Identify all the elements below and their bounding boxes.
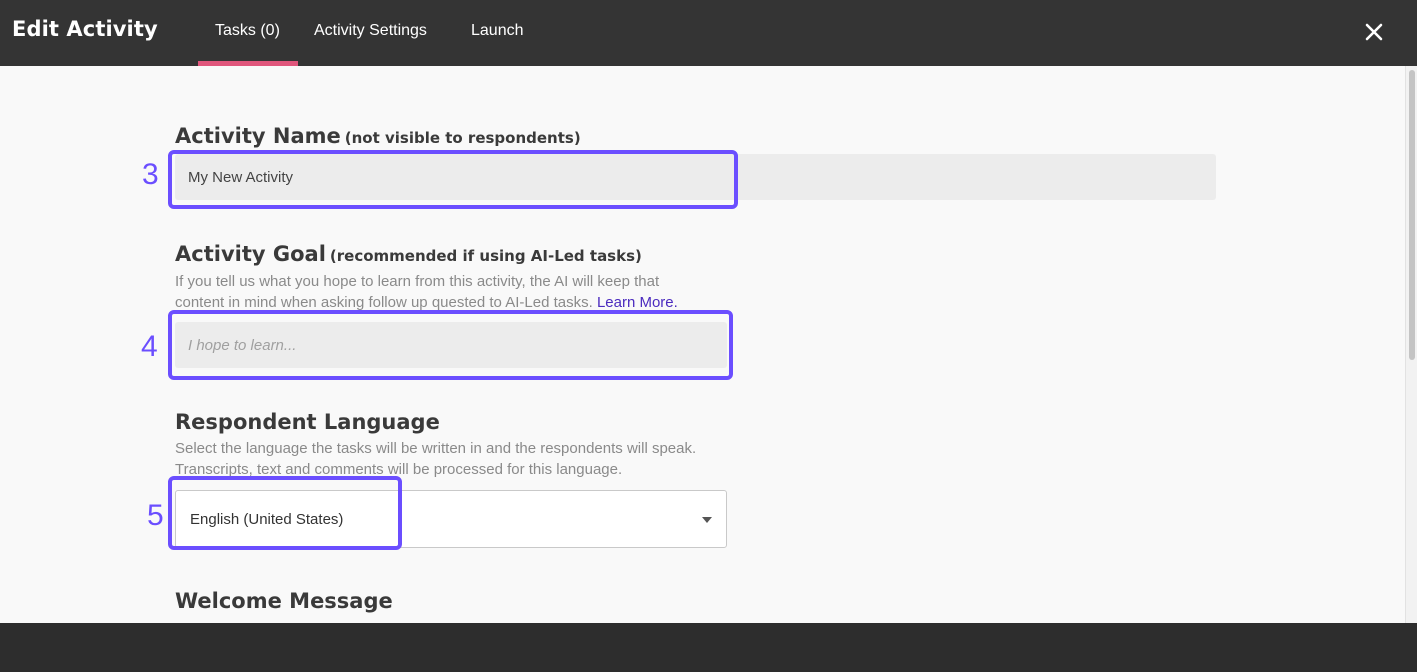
chevron-down-icon	[702, 517, 712, 523]
activity-goal-input[interactable]: I hope to learn...	[175, 322, 727, 368]
scrollbar-thumb[interactable]	[1409, 70, 1415, 360]
activity-name-heading: Activity Name (not visible to respondents…	[175, 124, 581, 148]
top-bar: Edit Activity Tasks (0) Activity Setting…	[0, 0, 1417, 66]
tab-launch[interactable]: Launch	[471, 22, 524, 40]
activity-goal-placeholder: I hope to learn...	[188, 336, 297, 354]
annotation-number-3: 3	[142, 158, 159, 191]
settings-panel: Activity Name (not visible to respondents…	[0, 66, 1405, 623]
annotation-number-4: 4	[141, 330, 158, 363]
page-title: Edit Activity	[12, 17, 158, 41]
scrollbar[interactable]	[1405, 66, 1417, 623]
respondent-language-heading: Respondent Language	[175, 410, 440, 434]
close-icon	[1365, 23, 1383, 41]
activity-goal-help: If you tell us what you hope to learn fr…	[175, 273, 678, 311]
respondent-language-select[interactable]: English (United States)	[175, 490, 727, 548]
welcome-message-heading: Welcome Message	[175, 589, 393, 613]
annotation-number-5: 5	[147, 499, 164, 532]
tab-tasks[interactable]: Tasks (0)	[215, 22, 280, 40]
activity-goal-heading: Activity Goal (recommended if using AI-Le…	[175, 242, 642, 266]
activity-name-value: My New Activity	[188, 168, 294, 186]
tab-activity-settings[interactable]: Activity Settings	[314, 22, 427, 40]
bottom-bar	[0, 623, 1417, 672]
activity-name-input[interactable]: My New Activity	[175, 154, 1216, 200]
respondent-language-value: English (United States)	[190, 510, 344, 528]
close-button[interactable]	[1360, 18, 1388, 46]
respondent-language-help: Select the language the tasks will be wr…	[175, 440, 697, 478]
learn-more-link[interactable]: Learn More.	[597, 294, 678, 311]
